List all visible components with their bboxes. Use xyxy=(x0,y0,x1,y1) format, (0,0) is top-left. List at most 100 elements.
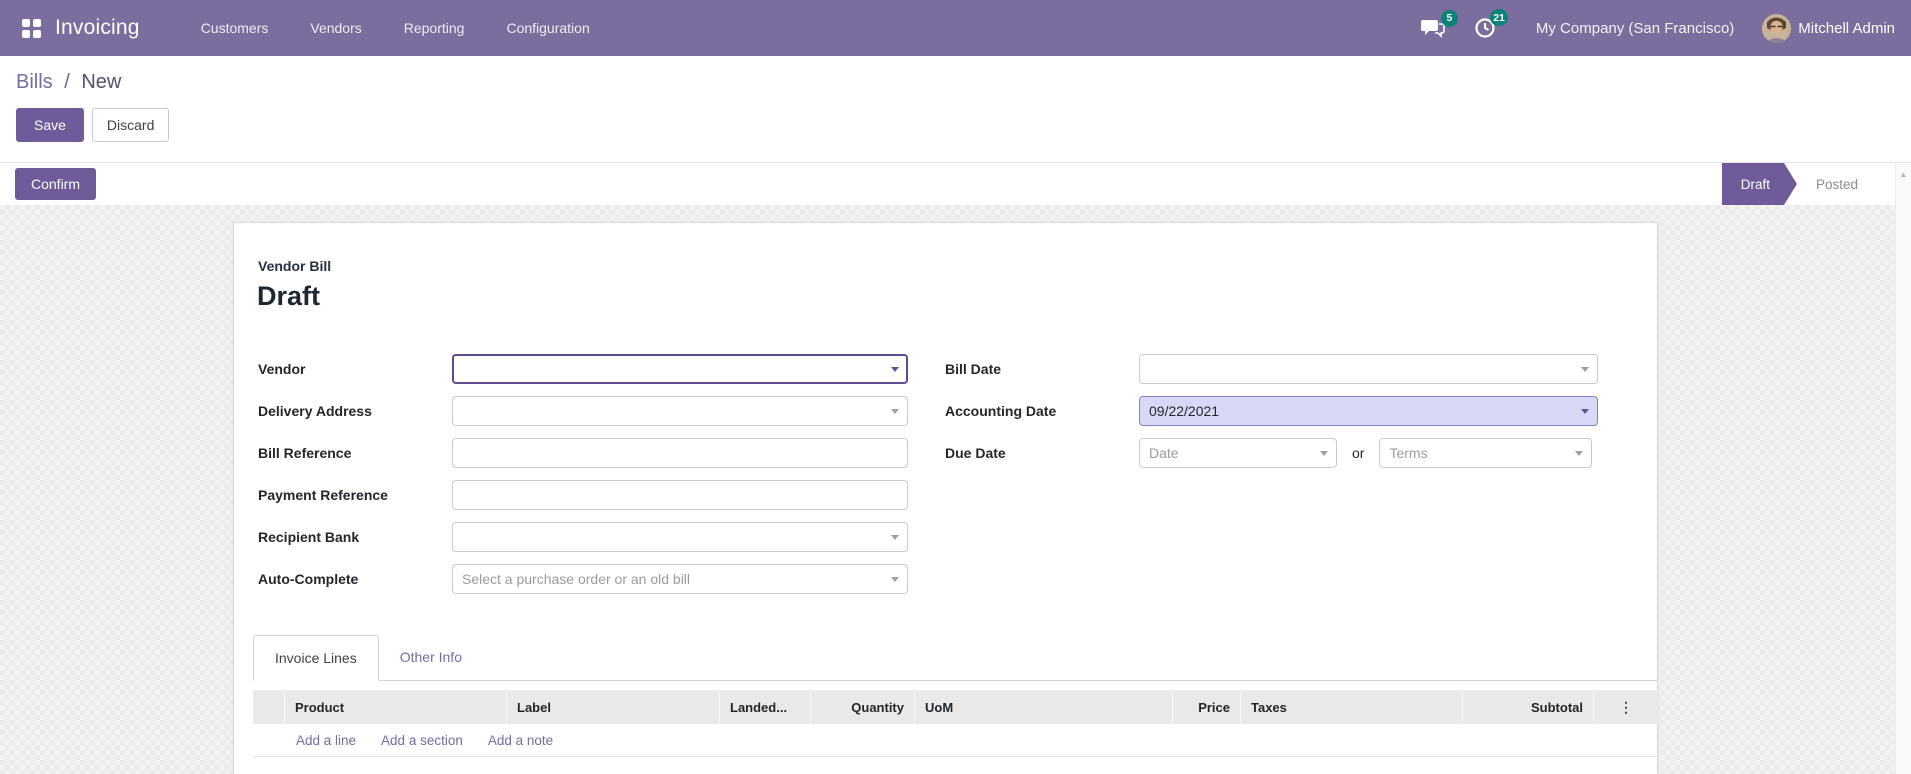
activities-button[interactable]: 21 xyxy=(1474,9,1508,39)
table-actions-row: Add a line Add a section Add a note xyxy=(253,724,1658,757)
due-date-caret-down-icon[interactable] xyxy=(1320,451,1328,456)
payment-terms-input[interactable] xyxy=(1379,438,1593,468)
add-a-line-link[interactable]: Add a line xyxy=(296,733,356,748)
column-uom[interactable]: UoM xyxy=(915,690,1173,724)
breadcrumb-bills-link[interactable]: Bills xyxy=(16,71,53,93)
field-delivery-address: Delivery Address xyxy=(258,396,908,426)
payment-terms-caret-down-icon[interactable] xyxy=(1575,451,1584,456)
company-switcher[interactable]: My Company (San Francisco) xyxy=(1536,20,1734,37)
optional-columns-icon[interactable]: ⋮ xyxy=(1619,699,1633,716)
status-step-draft[interactable]: Draft xyxy=(1722,163,1797,205)
breadcrumb-current: New xyxy=(81,71,122,93)
breadcrumb: Bills / New xyxy=(16,71,1895,94)
vendor-label: Vendor xyxy=(258,361,306,377)
menu-configuration[interactable]: Configuration xyxy=(485,0,610,56)
field-recipient-bank: Recipient Bank xyxy=(258,522,908,552)
bill-date-control xyxy=(1139,354,1598,384)
notebook-tabs: Invoice Lines Other Info xyxy=(253,635,1657,681)
form-area: Vendor Bill Draft Vendor Delivery Addres… xyxy=(0,205,1911,774)
document-title: Draft xyxy=(257,281,321,311)
delivery-address-label: Delivery Address xyxy=(258,403,372,419)
scroll-up-icon[interactable]: ▲ xyxy=(1896,164,1911,179)
column-subtotal[interactable]: Subtotal xyxy=(1463,690,1594,724)
field-payment-reference: Payment Reference xyxy=(258,480,908,510)
confirm-button[interactable]: Confirm xyxy=(15,168,97,200)
statusbar: Draft Posted xyxy=(1722,163,1877,205)
app-name[interactable]: Invoicing xyxy=(55,16,140,40)
bill-date-input[interactable] xyxy=(1139,354,1598,384)
due-date-date-input[interactable] xyxy=(1139,438,1337,468)
column-quantity[interactable]: Quantity xyxy=(811,690,915,724)
user-menu[interactable]: Mitchell Admin xyxy=(1762,13,1895,43)
control-panel-buttons: Save Discard xyxy=(16,108,1895,142)
auto-complete-caret-down-icon[interactable] xyxy=(891,577,899,582)
due-date-date-control xyxy=(1139,438,1337,468)
auto-complete-label: Auto-Complete xyxy=(258,571,359,587)
status-step-posted[interactable]: Posted xyxy=(1797,163,1877,205)
recipient-bank-control xyxy=(452,522,908,552)
accounting-date-input[interactable] xyxy=(1139,396,1598,426)
save-button[interactable]: Save xyxy=(16,108,84,142)
column-label[interactable]: Label xyxy=(507,690,720,724)
tab-invoice-lines[interactable]: Invoice Lines xyxy=(253,635,379,681)
due-date-or-label: or xyxy=(1352,445,1365,461)
field-bill-date: Bill Date xyxy=(945,354,1598,384)
add-a-note-link[interactable]: Add a note xyxy=(488,733,553,748)
field-accounting-date: Accounting Date xyxy=(945,396,1598,426)
form-fields: Vendor Delivery Address Bill Reference P… xyxy=(258,354,1657,606)
document-type-label: Vendor Bill xyxy=(258,258,332,274)
breadcrumb-separator: / xyxy=(64,71,70,93)
payment-reference-label: Payment Reference xyxy=(258,487,388,503)
messages-button[interactable]: 5 xyxy=(1420,9,1458,39)
bill-reference-label: Bill Reference xyxy=(258,445,352,461)
bill-date-caret-down-icon[interactable] xyxy=(1581,367,1589,372)
column-taxes[interactable]: Taxes xyxy=(1241,690,1463,724)
user-name: Mitchell Admin xyxy=(1798,19,1895,37)
due-date-label: Due Date xyxy=(945,445,1006,461)
menu-reporting[interactable]: Reporting xyxy=(383,0,486,56)
status-row: Confirm Draft Posted xyxy=(0,163,1911,205)
avatar xyxy=(1762,13,1792,43)
menu-customers[interactable]: Customers xyxy=(180,0,290,56)
accounting-date-caret-down-icon[interactable] xyxy=(1581,409,1589,414)
field-auto-complete: Auto-Complete xyxy=(258,564,908,594)
vendor-caret-down-icon[interactable] xyxy=(891,367,899,372)
invoice-lines-table: Product Label Landed... Quantity UoM Pri… xyxy=(253,690,1658,757)
delivery-address-input[interactable] xyxy=(452,396,908,426)
fields-left-column: Vendor Delivery Address Bill Reference P… xyxy=(258,354,908,606)
add-a-section-link[interactable]: Add a section xyxy=(381,733,463,748)
bill-date-label: Bill Date xyxy=(945,361,1002,377)
vendor-input[interactable] xyxy=(452,354,908,384)
auto-complete-control xyxy=(452,564,908,594)
column-product[interactable]: Product xyxy=(285,690,507,724)
bill-reference-control xyxy=(452,438,908,468)
recipient-bank-caret-down-icon[interactable] xyxy=(891,535,899,540)
nav-right: 5 21 My Company (San Francisco) Mitchell… xyxy=(1407,9,1895,43)
control-panel: Bills / New Save Discard xyxy=(0,56,1911,163)
activities-count-badge: 21 xyxy=(1490,9,1508,26)
tab-other-info[interactable]: Other Info xyxy=(379,635,483,680)
discard-button[interactable]: Discard xyxy=(91,108,170,142)
vendor-control xyxy=(452,354,908,384)
bill-reference-input[interactable] xyxy=(452,438,908,468)
field-vendor: Vendor xyxy=(258,354,908,384)
payment-reference-control xyxy=(452,480,908,510)
invoice-lines-header: Product Label Landed... Quantity UoM Pri… xyxy=(253,690,1658,724)
recipient-bank-label: Recipient Bank xyxy=(258,529,360,545)
top-nav: Invoicing Customers Vendors Reporting Co… xyxy=(0,0,1911,56)
messages-count-badge: 5 xyxy=(1440,9,1458,27)
field-bill-reference: Bill Reference xyxy=(258,438,908,468)
menu-vendors[interactable]: Vendors xyxy=(289,0,382,56)
column-landed-costs[interactable]: Landed... xyxy=(720,690,811,724)
payment-reference-input[interactable] xyxy=(452,480,908,510)
auto-complete-input[interactable] xyxy=(452,564,908,594)
field-due-date: Due Date or xyxy=(945,438,1598,468)
column-price[interactable]: Price xyxy=(1173,690,1241,724)
delivery-address-caret-down-icon[interactable] xyxy=(891,409,899,414)
vertical-scrollbar[interactable]: ▲ xyxy=(1895,164,1911,774)
due-date-controls: or xyxy=(1139,438,1598,468)
main-menu: Customers Vendors Reporting Configuratio… xyxy=(180,0,611,56)
apps-grid-icon[interactable] xyxy=(22,18,41,38)
accounting-date-control xyxy=(1139,396,1598,426)
recipient-bank-input[interactable] xyxy=(452,522,908,552)
